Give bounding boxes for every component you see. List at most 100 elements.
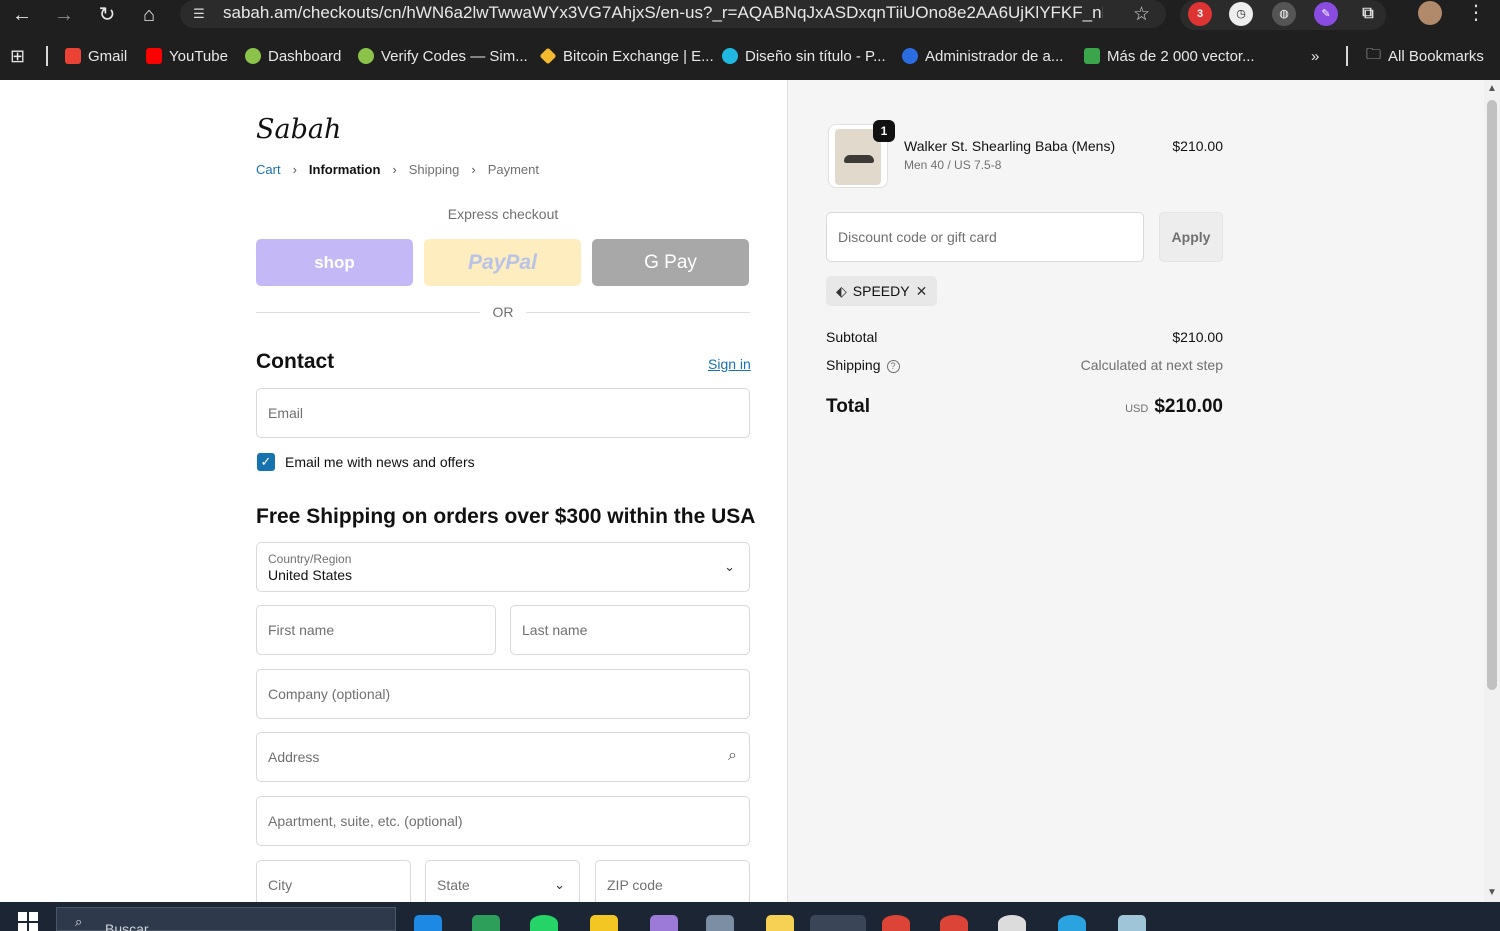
browser-menu-icon[interactable]: ⋮ bbox=[1466, 0, 1486, 25]
first-name-field[interactable]: First name bbox=[256, 605, 496, 655]
shop-pay-button[interactable]: shop bbox=[256, 239, 413, 286]
search-icon: ⌕ bbox=[728, 747, 737, 764]
last-name-field[interactable]: Last name bbox=[510, 605, 750, 655]
google-pay-button[interactable]: G Pay bbox=[592, 239, 749, 286]
px-icon bbox=[1084, 48, 1100, 64]
taskbar-search[interactable]: ⌕ Buscar bbox=[56, 907, 396, 931]
breadcrumb-payment: Payment bbox=[487, 162, 540, 177]
breadcrumb-cart[interactable]: Cart bbox=[256, 162, 281, 177]
forward-icon[interactable]: → bbox=[50, 1, 78, 29]
settings-icon[interactable] bbox=[998, 915, 1026, 931]
all-bookmarks-button[interactable]: 🗀 All Bookmarks bbox=[1366, 46, 1484, 66]
extension-web-icon[interactable]: ◍ bbox=[1272, 2, 1296, 26]
folder-icon: 🗀 bbox=[1366, 45, 1382, 63]
divider-right bbox=[526, 312, 750, 313]
chrome-icon[interactable] bbox=[882, 915, 910, 931]
first-name-placeholder: First name bbox=[268, 622, 335, 638]
apply-discount-button[interactable]: Apply bbox=[1159, 212, 1223, 262]
chevron-down-icon: ⌄ bbox=[554, 877, 565, 892]
scroll-down-icon[interactable]: ▼ bbox=[1487, 888, 1497, 898]
bookmark-dashboard[interactable]: Dashboard bbox=[245, 46, 341, 66]
bookmark-verify-codes[interactable]: Verify Codes — Sim... bbox=[358, 46, 528, 66]
calculator-icon[interactable] bbox=[706, 915, 734, 931]
bookmark-youtube[interactable]: YouTube bbox=[146, 46, 228, 66]
company-placeholder: Company (optional) bbox=[268, 686, 391, 702]
apartment-placeholder: Apartment, suite, etc. (optional) bbox=[268, 813, 463, 829]
discount-code-field[interactable]: Discount code or gift card bbox=[826, 212, 1144, 262]
help-icon[interactable]: ? bbox=[886, 360, 900, 373]
whatsapp-icon[interactable] bbox=[530, 915, 558, 931]
bookmarks-bar: ⊞ Gmail YouTube Dashboard Verify Codes —… bbox=[0, 38, 1500, 72]
bookmark-bitcoin-exchange[interactable]: Bitcoin Exchange | E... bbox=[539, 46, 714, 66]
address-bar[interactable]: ☰ sabah.am/checkouts/cn/hWN6a2lwTwwaWYx3… bbox=[180, 0, 1166, 28]
extension-purple-icon[interactable]: ✎ bbox=[1314, 2, 1338, 26]
total-label: Total bbox=[826, 396, 870, 417]
chrome-icon[interactable] bbox=[940, 915, 968, 931]
country-select[interactable]: Country/Region United States ⌄ bbox=[256, 542, 750, 592]
more-bookmarks-icon[interactable]: » bbox=[1311, 46, 1319, 66]
scroll-up-icon[interactable]: ▲ bbox=[1487, 84, 1497, 94]
app-icon[interactable] bbox=[650, 915, 678, 931]
last-name-placeholder: Last name bbox=[522, 622, 588, 638]
chrome-active-icon[interactable] bbox=[810, 915, 866, 931]
taskbar-search-text: Buscar bbox=[105, 921, 149, 931]
bookmark-gmail[interactable]: Gmail bbox=[65, 46, 127, 66]
back-icon[interactable]: ← bbox=[8, 1, 36, 29]
extension-badge: 3 bbox=[1196, 8, 1204, 20]
paypal-button[interactable]: PayPal bbox=[424, 239, 581, 286]
total-currency: USD bbox=[1125, 403, 1149, 415]
order-summary-panel bbox=[787, 80, 1484, 902]
page-scrollbar[interactable]: ▲ ▼ bbox=[1484, 80, 1500, 902]
extension-abp-icon[interactable]: 3 bbox=[1188, 2, 1212, 26]
youtube-icon bbox=[146, 48, 162, 64]
address-field[interactable]: Address ⌕ bbox=[256, 732, 750, 782]
site-info-icon[interactable]: ☰ bbox=[190, 5, 208, 23]
app-icon[interactable] bbox=[1118, 915, 1146, 931]
extension-clock-icon[interactable]: ◷ bbox=[1229, 2, 1253, 26]
apartment-field[interactable]: Apartment, suite, etc. (optional) bbox=[256, 796, 750, 846]
chevron-right-icon: › bbox=[292, 162, 297, 177]
telegram-icon[interactable] bbox=[1058, 915, 1086, 931]
extensions-puzzle-icon[interactable]: ⧉ bbox=[1356, 2, 1380, 26]
file-explorer-icon[interactable] bbox=[590, 915, 618, 931]
bookmark-vectors[interactable]: Más de 2 000 vector... bbox=[1084, 46, 1255, 66]
notes-icon[interactable] bbox=[766, 915, 794, 931]
apps-grid-icon[interactable]: ⊞ bbox=[10, 46, 25, 66]
breadcrumb-shipping: Shipping bbox=[408, 162, 460, 177]
scroll-thumb[interactable] bbox=[1487, 100, 1497, 690]
edge-icon[interactable] bbox=[414, 915, 442, 931]
profile-avatar[interactable] bbox=[1418, 1, 1442, 25]
zip-placeholder: ZIP code bbox=[607, 877, 663, 893]
bookmark-canva[interactable]: Diseño sin título - P... bbox=[722, 46, 886, 66]
sign-in-link[interactable]: Sign in bbox=[708, 356, 751, 372]
home-icon[interactable]: ⌂ bbox=[135, 1, 163, 29]
shipping-value: Calculated at next step bbox=[1080, 357, 1223, 373]
bookmarks-divider bbox=[1346, 46, 1348, 66]
product-price: $210.00 bbox=[1172, 138, 1223, 154]
app-icon[interactable] bbox=[472, 915, 500, 931]
bookmark-star-icon[interactable]: ☆ bbox=[1133, 3, 1150, 26]
url-text[interactable]: sabah.am/checkouts/cn/hWN6a2lwTwwaWYx3VG… bbox=[223, 3, 1103, 23]
verify-codes-icon bbox=[358, 48, 374, 64]
browser-chrome: ← → ↻ ⌂ ☰ sabah.am/checkouts/cn/hWN6a2lw… bbox=[0, 0, 1500, 80]
contact-heading: Contact bbox=[256, 350, 335, 373]
store-logo[interactable]: Sabah bbox=[256, 114, 341, 145]
divider-left bbox=[256, 312, 480, 313]
remove-discount-icon[interactable]: ✕ bbox=[916, 283, 928, 300]
email-field[interactable]: Email bbox=[256, 388, 750, 438]
news-offers-label[interactable]: Email me with news and offers bbox=[285, 454, 475, 470]
quantity-badge: 1 bbox=[873, 120, 895, 142]
country-label: Country/Region bbox=[268, 552, 352, 566]
extensions-area: 3 ◷ ◍ ✎ ⧉ bbox=[1180, 0, 1386, 30]
product-variant: Men 40 / US 7.5-8 bbox=[904, 158, 1002, 172]
breadcrumb: Cart › Information › Shipping › Payment bbox=[256, 162, 539, 177]
express-checkout-title: Express checkout bbox=[447, 206, 559, 222]
windows-start-icon[interactable] bbox=[18, 912, 38, 931]
bookmark-meta-admin[interactable]: Administrador de a... bbox=[902, 46, 1063, 66]
company-field[interactable]: Company (optional) bbox=[256, 669, 750, 719]
shipping-row-label: Shipping? bbox=[826, 357, 900, 373]
news-offers-checkbox[interactable]: ✓ bbox=[257, 453, 275, 471]
country-value: United States bbox=[268, 567, 353, 583]
state-placeholder: State bbox=[437, 877, 470, 893]
reload-icon[interactable]: ↻ bbox=[93, 1, 121, 29]
